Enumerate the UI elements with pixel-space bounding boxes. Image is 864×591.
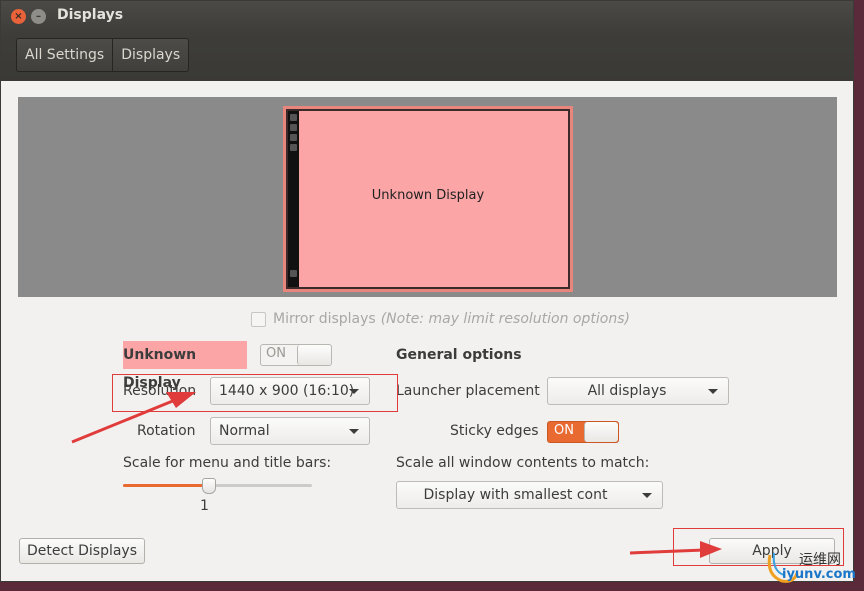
annotation-arrow-apply bbox=[629, 541, 722, 558]
watermark: 运维网 iyunv.com bbox=[764, 549, 860, 587]
annotation-arrow-resolution bbox=[71, 392, 196, 444]
annotation-arrows bbox=[71, 392, 722, 558]
watermark-text-cn: 运维网 bbox=[799, 552, 841, 568]
watermark-text-domain: iyunv.com bbox=[782, 567, 856, 582]
